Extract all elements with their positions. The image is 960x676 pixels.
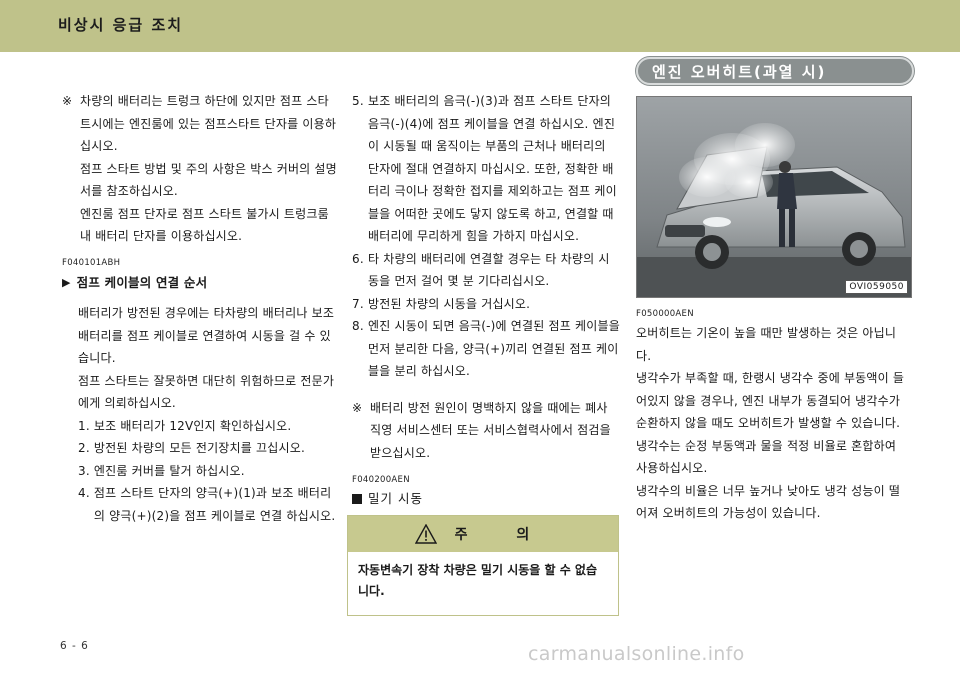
source-watermark: carmanualsonline.info — [528, 643, 745, 665]
battery-location-note: ※ 차량의 배터리는 트렁크 하단에 있지만 점프 스타트시에는 엔진룸에 있는… — [62, 90, 338, 248]
note-paragraph: 배터리 방전 원인이 명백하지 않을 때에는 폐사 직영 서비스센터 또는 서비… — [370, 400, 611, 460]
step-number: 8. — [352, 319, 364, 333]
reference-mark: ※ — [352, 400, 363, 415]
caution-header: 주 의 — [348, 516, 618, 552]
step-item: 8. 엔진 시동이 되면 음극(-)에 연결된 점프 케이블을 먼저 분리한 다… — [352, 315, 620, 383]
overheat-paragraph: 냉각수의 비율은 너무 높거나 낮아도 냉각 성능이 떨어져 오버히트의 가능성… — [636, 483, 901, 521]
step-number: 2. — [78, 441, 90, 455]
page-number: 6 - 6 — [60, 640, 89, 652]
note-paragraph: 엔진룸 점프 단자로 점프 스타트 불가시 트렁크룸내 배터리 단자를 이용하십… — [80, 206, 329, 244]
column-right: F050000AEN 오버히트는 기온이 높을 때만 발생하는 것은 아닙니다.… — [636, 308, 908, 525]
car-illustration — [637, 97, 911, 297]
engine-overheat-section-title: 엔진 오버히트(과열 시) — [636, 57, 914, 85]
step-number: 4. — [78, 486, 90, 500]
step-item: 3. 엔진룸 커버를 탈거 하십시오. — [78, 460, 338, 483]
heading-text: 점프 케이블의 연결 순서 — [76, 274, 208, 290]
step-text: 엔진룸 커버를 탈거 하십시오. — [93, 463, 245, 478]
step-text: 방전된 차량의 모든 전기장치를 끄십시오. — [93, 441, 306, 455]
step-item: 1. 보조 배터리가 12V인지 확인하십시오. — [78, 415, 338, 438]
step-number: 1. — [78, 418, 90, 433]
push-start-heading: 밀기 시동 — [352, 488, 620, 511]
overheat-paragraph: 오버히트는 기온이 높을 때만 발생하는 것은 아닙니다. — [636, 326, 897, 363]
overheat-paragraph: 냉각수가 부족할 때, 한랭시 냉각수 중에 부동액이 들어있지 않을 경우나,… — [636, 371, 905, 430]
caution-box: 주 의 자동변속기 장착 차량은 밀기 시동을 할 수 없습니다. — [347, 515, 619, 616]
photo-reference-code: OVI059050 — [845, 280, 908, 294]
section-title-text: 엔진 오버히트(과열 시) — [652, 62, 827, 81]
section-code: F040101ABH — [62, 257, 121, 268]
overheat-paragraph: 냉각수는 순정 부동액과 물을 적정 비율로 혼합하여 사용하십시오. — [636, 438, 897, 476]
step-text: 보조 배터리가 12V인지 확인하십시오. — [93, 418, 292, 433]
step-item: 4. 점프 스타트 단자의 양극(+)(1)과 보조 배터리의 양극(+)(2)… — [78, 482, 338, 527]
step-text: 점프 스타트 단자의 양극(+)(1)과 보조 배터리의 양극(+)(2)을 점… — [93, 486, 336, 523]
caution-text: 자동변속기 장착 차량은 밀기 시동을 할 수 없습니다. — [358, 563, 598, 598]
warning-triangle-icon — [414, 524, 437, 544]
intro-paragraph: 점프 스타트는 잘못하면 대단히 위험하므로 전문가에게 의뢰하십시오. — [78, 373, 335, 411]
step-number: 3. — [78, 463, 90, 478]
section-code: F050000AEN — [636, 309, 694, 319]
note-paragraph: 차량의 배터리는 트렁크 하단에 있지만 점프 스타트시에는 엔진룸에 있는 점… — [80, 94, 337, 153]
section-code: F040200AEN — [352, 475, 410, 485]
note-paragraph: 점프 스타트 방법 및 주의 사항은 박스 커버의 설명서를 참조하십시오. — [80, 161, 337, 199]
caution-title: 주 의 — [454, 527, 552, 543]
step-item: 2. 방전된 차량의 모든 전기장치를 끄십시오. — [78, 437, 338, 460]
step-text: 보조 배터리의 음극(-)(3)과 점프 스타트 단자의 음극(-)(4)에 점… — [368, 94, 617, 243]
overheated-car-photo: OVI059050 — [636, 96, 912, 298]
triangle-bullet-icon: ▶ — [62, 275, 71, 289]
square-bullet-icon — [352, 494, 362, 505]
step-number: 6. — [352, 251, 364, 266]
intro-paragraph: 배터리가 방전된 경우에는 타차량의 배터리나 보조 배터리를 점프 케이블로 … — [78, 306, 335, 365]
step-item: 6. 타 차량의 배터리에 연결할 경우는 타 차량의 시동을 먼저 걸어 몇 … — [352, 248, 620, 293]
column-left: ※ 차량의 배터리는 트렁크 하단에 있지만 점프 스타트시에는 엔진룸에 있는… — [62, 90, 338, 527]
step-item: 7. 방전된 차량의 시동을 거십시오. — [352, 293, 620, 316]
step-text: 타 차량의 배터리에 연결할 경우는 타 차량의 시동을 먼저 걸어 몇 분 기… — [368, 251, 610, 289]
heading-text: 밀기 시동 — [368, 491, 423, 506]
step-item: 5. 보조 배터리의 음극(-)(3)과 점프 스타트 단자의 음극(-)(4)… — [352, 90, 620, 248]
header-band: 비상시 응급 조치 — [0, 0, 960, 52]
jump-intro: 배터리가 방전된 경우에는 타차량의 배터리나 보조 배터리를 점프 케이블로 … — [62, 302, 338, 527]
reference-mark: ※ — [62, 94, 73, 108]
jump-cable-heading: ▶ 점프 케이블의 연결 순서 — [62, 272, 338, 295]
column-middle: 5. 보조 배터리의 음극(-)(3)과 점프 스타트 단자의 음극(-)(4)… — [352, 90, 620, 511]
step-text: 엔진 시동이 되면 음극(-)에 연결된 점프 케이블을 먼저 분리한 다음, … — [368, 319, 620, 378]
battery-discharge-note: ※ 배터리 방전 원인이 명백하지 않을 때에는 폐사 직영 서비스센터 또는 … — [352, 397, 620, 465]
step-number: 5. — [352, 94, 364, 108]
page-header-title: 비상시 응급 조치 — [58, 16, 184, 34]
step-number: 7. — [352, 296, 364, 311]
step-text: 방전된 차량의 시동을 거십시오. — [368, 296, 531, 311]
